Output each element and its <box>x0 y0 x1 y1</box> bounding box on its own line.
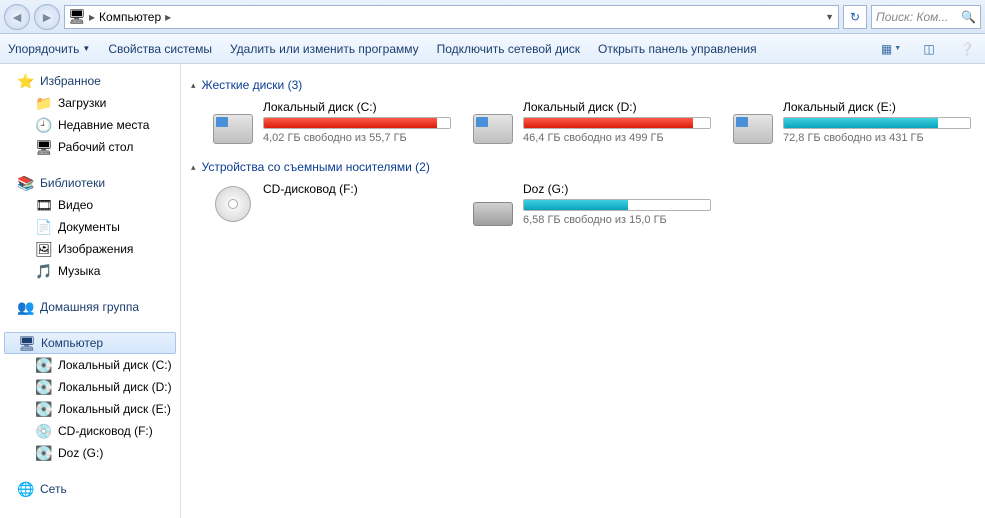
drive-name: Doz (G:) <box>523 182 711 196</box>
library-icon: 📚 <box>18 175 34 191</box>
capacity-bar <box>523 117 711 129</box>
group-header-removable[interactable]: ▴ Устройства со съемными носителями (2) <box>191 160 975 174</box>
address-bar: ◄ ► 🖥 ▸ Компьютер ▸ ▼ ↻ Поиск: Ком... 🔍 <box>0 0 985 34</box>
group-header-hdd[interactable]: ▴ Жесткие диски (3) <box>191 78 975 92</box>
homegroup-icon: 👥 <box>18 299 34 315</box>
breadcrumb-sep-icon: ▸ <box>89 10 95 24</box>
sidebar-network[interactable]: 🌐 Сеть <box>0 478 180 500</box>
capacity-bar <box>523 199 711 211</box>
search-placeholder: Поиск: Ком... <box>876 10 948 24</box>
drive-icon: 💽 <box>36 379 52 395</box>
drive-free-text: 6,58 ГБ свободно из 15,0 ГБ <box>523 214 711 226</box>
breadcrumb-sep-icon: ▸ <box>165 10 171 24</box>
sidebar-item-drive-d[interactable]: 💽Локальный диск (D:) <box>0 376 180 398</box>
video-icon: 🎞 <box>36 197 52 213</box>
cd-icon <box>211 182 255 226</box>
drive-icon: 💽 <box>36 445 52 461</box>
toolbar-uninstall[interactable]: Удалить или изменить программу <box>230 42 419 56</box>
search-icon: 🔍 <box>961 10 976 24</box>
search-input[interactable]: Поиск: Ком... 🔍 <box>871 5 981 29</box>
sidebar-item-downloads[interactable]: 📁Загрузки <box>0 92 180 114</box>
drive-item[interactable]: Локальный диск (E:) 72,8 ГБ свободно из 4… <box>731 100 971 144</box>
content-pane: ▴ Жесткие диски (3) Локальный диск (C:) 4… <box>181 64 985 518</box>
sidebar-item-music[interactable]: 🎵Музыка <box>0 260 180 282</box>
drive-name: Локальный диск (C:) <box>263 100 451 114</box>
drive-free-text: 4,02 ГБ свободно из 55,7 ГБ <box>263 132 451 144</box>
star-icon: ⭐ <box>18 73 34 89</box>
network-icon: 🌐 <box>18 481 34 497</box>
sidebar-item-recent[interactable]: 🕘Недавние места <box>0 114 180 136</box>
music-icon: 🎵 <box>36 263 52 279</box>
sidebar-item-drive-c[interactable]: 💽Локальный диск (C:) <box>0 354 180 376</box>
drive-item[interactable]: Локальный диск (D:) 46,4 ГБ свободно из 4… <box>471 100 711 144</box>
picture-icon: 🖼 <box>36 241 52 257</box>
sidebar-item-videos[interactable]: 🎞Видео <box>0 194 180 216</box>
navigation-pane: ⭐ Избранное 📁Загрузки 🕘Недавние места 🖥Р… <box>0 64 180 518</box>
capacity-bar <box>783 117 971 129</box>
toolbar: Упорядочить▼ Свойства системы Удалить ил… <box>0 34 985 64</box>
help-button[interactable]: ❔ <box>957 39 977 59</box>
drive-name: Локальный диск (E:) <box>783 100 971 114</box>
drive-name: CD-дисковод (F:) <box>263 182 451 196</box>
preview-pane-button[interactable]: ◫ <box>919 39 939 59</box>
hdd-icon <box>471 100 515 144</box>
computer-icon: 🖥 <box>69 9 85 25</box>
breadcrumb-item[interactable]: Компьютер <box>99 10 161 24</box>
sidebar-homegroup[interactable]: 👥 Домашняя группа <box>0 296 180 318</box>
computer-icon: 🖥 <box>19 335 35 351</box>
folder-icon: 📁 <box>36 95 52 111</box>
refresh-button[interactable]: ↻ <box>843 5 867 29</box>
hdd-icon <box>211 100 255 144</box>
drive-name: Локальный диск (D:) <box>523 100 711 114</box>
drive-free-text: 46,4 ГБ свободно из 499 ГБ <box>523 132 711 144</box>
document-icon: 📄 <box>36 219 52 235</box>
desktop-icon: 🖥 <box>36 139 52 155</box>
sidebar-item-pictures[interactable]: 🖼Изображения <box>0 238 180 260</box>
drive-item[interactable]: Doz (G:) 6,58 ГБ свободно из 15,0 ГБ <box>471 182 711 226</box>
sidebar-favorites[interactable]: ⭐ Избранное <box>0 70 180 92</box>
sidebar-item-drive-e[interactable]: 💽Локальный диск (E:) <box>0 398 180 420</box>
nav-forward-button[interactable]: ► <box>34 4 60 30</box>
toolbar-organize[interactable]: Упорядочить▼ <box>8 42 90 56</box>
sidebar-item-drive-f[interactable]: 💿CD-дисковод (F:) <box>0 420 180 442</box>
breadcrumb[interactable]: 🖥 ▸ Компьютер ▸ ▼ <box>64 5 839 29</box>
sidebar-computer[interactable]: 🖥 Компьютер <box>4 332 176 354</box>
view-options-button[interactable]: ▦▼ <box>881 39 901 59</box>
cd-icon: 💿 <box>36 423 52 439</box>
usb-icon <box>471 182 515 226</box>
drive-item[interactable]: CD-дисковод (F:) <box>211 182 451 226</box>
toolbar-system-properties[interactable]: Свойства системы <box>108 42 212 56</box>
sidebar-libraries[interactable]: 📚 Библиотеки <box>0 172 180 194</box>
hdd-icon <box>731 100 775 144</box>
toolbar-control-panel[interactable]: Открыть панель управления <box>598 42 757 56</box>
collapse-icon: ▴ <box>191 80 196 91</box>
capacity-bar <box>263 117 451 129</box>
drive-item[interactable]: Локальный диск (C:) 4,02 ГБ свободно из 5… <box>211 100 451 144</box>
toolbar-map-drive[interactable]: Подключить сетевой диск <box>437 42 580 56</box>
sidebar-item-desktop[interactable]: 🖥Рабочий стол <box>0 136 180 158</box>
nav-back-button[interactable]: ◄ <box>4 4 30 30</box>
sidebar-item-drive-g[interactable]: 💽Doz (G:) <box>0 442 180 464</box>
breadcrumb-dropdown-icon[interactable]: ▼ <box>825 12 834 22</box>
drive-icon: 💽 <box>36 401 52 417</box>
drive-free-text: 72,8 ГБ свободно из 431 ГБ <box>783 132 971 144</box>
collapse-icon: ▴ <box>191 162 196 173</box>
recent-icon: 🕘 <box>36 117 52 133</box>
drive-icon: 💽 <box>36 357 52 373</box>
sidebar-item-documents[interactable]: 📄Документы <box>0 216 180 238</box>
